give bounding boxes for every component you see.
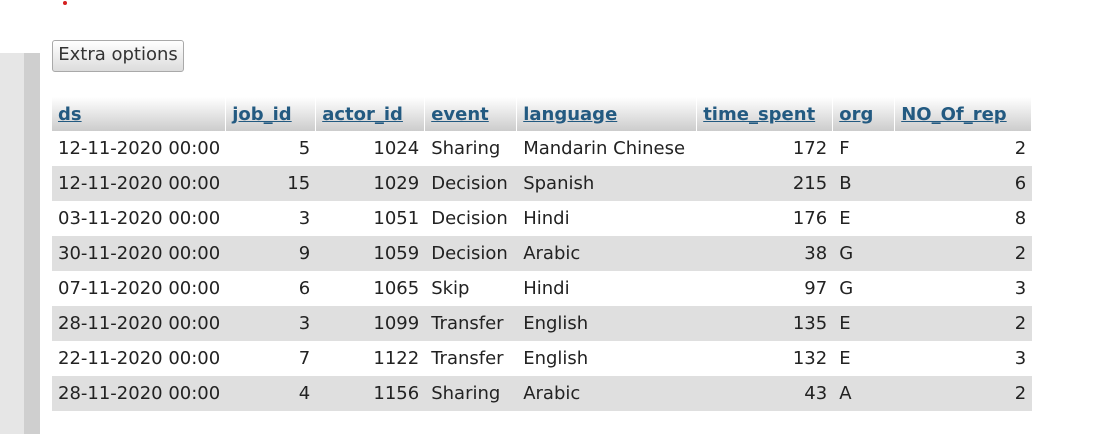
cell-language: Hindi	[517, 201, 698, 236]
table-header-row: ds job_id actor_id event language time_s…	[52, 97, 1033, 131]
column-header-job-id[interactable]: job_id	[226, 97, 317, 131]
column-header-ds[interactable]: ds	[52, 97, 227, 131]
cell-language: Spanish	[517, 166, 698, 201]
cell-ds: 07-11-2020 00:00	[52, 271, 227, 306]
cell-actor-id: 1059	[316, 236, 426, 271]
cell-actor-id: 1024	[316, 131, 426, 166]
cell-ds: 30-11-2020 00:00	[52, 236, 227, 271]
cell-job-id: 9	[226, 236, 317, 271]
cell-time-spent: 176	[697, 201, 834, 236]
cell-job-id: 6	[226, 271, 317, 306]
cell-language: English	[517, 341, 698, 376]
cell-actor-id: 1156	[316, 376, 426, 411]
cell-org: E	[833, 201, 896, 236]
extra-options-label: Extra options	[58, 44, 178, 65]
cell-event: Decision	[425, 201, 518, 236]
cell-time-spent: 172	[697, 131, 834, 166]
cell-org: E	[833, 341, 896, 376]
column-header-language[interactable]: language	[517, 97, 698, 131]
cell-event: Skip	[425, 271, 518, 306]
cell-actor-id: 1065	[316, 271, 426, 306]
table-row[interactable]: 12-11-2020 00:00 5 1024 Sharing Mandarin Chi…	[52, 131, 1033, 166]
cell-time-spent: 97	[697, 271, 834, 306]
cell-time-spent: 135	[697, 306, 834, 341]
cell-org: B	[833, 166, 896, 201]
cell-actor-id: 1051	[316, 201, 426, 236]
cell-language: Arabic	[517, 236, 698, 271]
cell-language: Arabic	[517, 376, 698, 411]
extra-options-button[interactable]: Extra options	[52, 40, 184, 72]
cell-time-spent: 43	[697, 376, 834, 411]
cell-ds: 28-11-2020 00:00	[52, 306, 227, 341]
cell-no-of-rep: 8	[895, 201, 1033, 236]
cell-job-id: 4	[226, 376, 317, 411]
cell-job-id: 15	[226, 166, 317, 201]
required-marker-icon	[63, 1, 67, 5]
query-results-page: Extra options ds job_id actor_id event l…	[0, 0, 1103, 434]
column-header-org[interactable]: org	[833, 97, 896, 131]
cell-job-id: 3	[226, 306, 317, 341]
cell-job-id: 7	[226, 341, 317, 376]
table-row[interactable]: 28-11-2020 00:00 4 1156 Sharing Arabic 43 A 2	[52, 376, 1033, 411]
cell-language: Hindi	[517, 271, 698, 306]
cell-no-of-rep: 6	[895, 166, 1033, 201]
cell-no-of-rep: 2	[895, 376, 1033, 411]
cell-actor-id: 1029	[316, 166, 426, 201]
cell-actor-id: 1122	[316, 341, 426, 376]
cell-ds: 03-11-2020 00:00	[52, 201, 227, 236]
cell-no-of-rep: 2	[895, 131, 1033, 166]
column-header-event[interactable]: event	[425, 97, 518, 131]
cell-language: Mandarin Chinese	[517, 131, 698, 166]
column-header-actor-id[interactable]: actor_id	[316, 97, 426, 131]
table-row[interactable]: 28-11-2020 00:00 3 1099 Transfer English 135 E…	[52, 306, 1033, 341]
left-panel-divider[interactable]	[24, 53, 40, 434]
cell-no-of-rep: 2	[895, 236, 1033, 271]
cell-event: Sharing	[425, 376, 518, 411]
table-row[interactable]: 12-11-2020 00:00 15 1029 Decision Spanish 215…	[52, 166, 1033, 201]
cell-event: Transfer	[425, 306, 518, 341]
cell-org: G	[833, 271, 896, 306]
cell-no-of-rep: 2	[895, 306, 1033, 341]
cell-time-spent: 38	[697, 236, 834, 271]
cell-ds: 28-11-2020 00:00	[52, 376, 227, 411]
cell-event: Transfer	[425, 341, 518, 376]
cell-no-of-rep: 3	[895, 341, 1033, 376]
cell-event: Sharing	[425, 131, 518, 166]
cell-language: English	[517, 306, 698, 341]
cell-job-id: 5	[226, 131, 317, 166]
cell-org: E	[833, 306, 896, 341]
cell-event: Decision	[425, 236, 518, 271]
cell-event: Decision	[425, 166, 518, 201]
table-row[interactable]: 03-11-2020 00:00 3 1051 Decision Hindi 176 E 8	[52, 201, 1033, 236]
cell-actor-id: 1099	[316, 306, 426, 341]
cell-no-of-rep: 3	[895, 271, 1033, 306]
cell-ds: 22-11-2020 00:00	[52, 341, 227, 376]
cell-job-id: 3	[226, 201, 317, 236]
cell-ds: 12-11-2020 00:00	[52, 131, 227, 166]
table-row[interactable]: 07-11-2020 00:00 6 1065 Skip Hindi 97 G 3	[52, 271, 1033, 306]
results-table: ds job_id actor_id event language time_s…	[52, 97, 1033, 411]
cell-ds: 12-11-2020 00:00	[52, 166, 227, 201]
cell-org: G	[833, 236, 896, 271]
column-header-no-of-rep[interactable]: NO_Of_rep	[895, 97, 1033, 131]
column-header-time-spent[interactable]: time_spent	[697, 97, 834, 131]
cell-time-spent: 132	[697, 341, 834, 376]
cell-org: F	[833, 131, 896, 166]
cell-time-spent: 215	[697, 166, 834, 201]
cell-org: A	[833, 376, 896, 411]
table-row[interactable]: 30-11-2020 00:00 9 1059 Decision Arabic 38 G 2	[52, 236, 1033, 271]
table-row[interactable]: 22-11-2020 00:00 7 1122 Transfer English 132 E…	[52, 341, 1033, 376]
